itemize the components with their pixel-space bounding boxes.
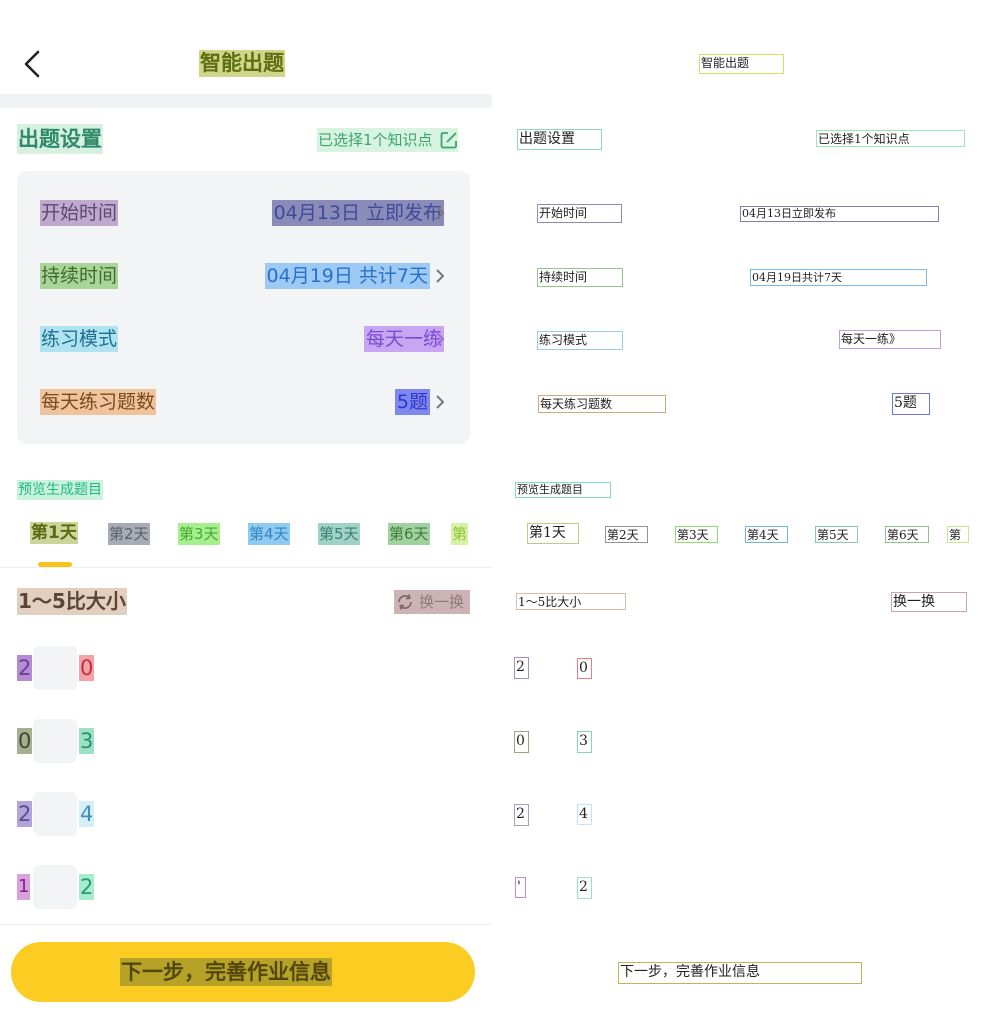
annotation-box: 04月13日立即发布 xyxy=(740,206,939,222)
setting-label: 持续时间 xyxy=(40,263,119,289)
annotation-box: 第1天 xyxy=(527,523,579,544)
tab-day-5[interactable]: 第5天 xyxy=(318,523,360,545)
chevron-left-icon xyxy=(24,50,40,78)
chevron-right-icon xyxy=(434,391,446,413)
question-row: 2 0 xyxy=(0,646,492,690)
annotation-box: 每天练习题数 xyxy=(538,395,666,413)
number-right: 3 xyxy=(79,728,95,754)
divider xyxy=(0,567,492,568)
annotation-box: 1～5比大小 xyxy=(516,593,626,610)
annotation-box: 第5天 xyxy=(815,526,858,543)
selected-knowledge-text: 已选择1个知识点 xyxy=(318,131,433,149)
annotation-box: 4 xyxy=(577,804,592,825)
annotation-box: 练习模式 xyxy=(537,331,623,350)
annotation-box: 出题设置 xyxy=(517,129,602,150)
answer-box[interactable] xyxy=(33,646,77,690)
chevron-right-icon xyxy=(434,265,446,287)
question-title: 1～5比大小 xyxy=(17,588,127,615)
section-title: 出题设置 xyxy=(17,124,103,154)
tab-day-6[interactable]: 第6天 xyxy=(388,523,430,545)
day-tabs: 第1天 第2天 第3天 第4天 第5天 第6天 第 xyxy=(0,518,492,568)
annotation-box: 第2天 xyxy=(605,526,648,543)
number-left: 0 xyxy=(17,728,33,754)
back-button[interactable] xyxy=(16,44,48,84)
setting-label: 练习模式 xyxy=(40,326,119,352)
number-right: 4 xyxy=(79,801,95,827)
next-button-label: 下一步，完善作业信息 xyxy=(120,958,332,986)
tab-day-1[interactable]: 第1天 xyxy=(30,522,78,544)
divider xyxy=(0,924,492,925)
annotation-box: 3 xyxy=(577,731,592,753)
chevron-right-icon xyxy=(434,202,446,224)
number-left: 2 xyxy=(17,801,33,827)
annotation-box: 第6天 xyxy=(885,526,929,543)
answer-box[interactable] xyxy=(33,792,77,836)
answer-box[interactable] xyxy=(33,719,77,763)
question-row: 0 3 xyxy=(0,719,492,763)
page-title: 智能出题 xyxy=(199,50,285,77)
annotation-box: 智能出题 xyxy=(699,54,784,74)
setting-value: 每天一练 xyxy=(363,326,444,352)
selected-knowledge-link[interactable]: 已选择1个知识点 xyxy=(317,128,458,152)
annotation-box: 04月19日共计7天 xyxy=(750,269,927,286)
preview-label: 预览生成题目 xyxy=(17,480,103,500)
setting-row-count[interactable]: 每天练习题数 5题 xyxy=(17,382,470,422)
setting-label: 每天练习题数 xyxy=(40,389,157,415)
tab-day-3[interactable]: 第3天 xyxy=(178,523,220,545)
swap-label: 换一换 xyxy=(419,593,465,611)
setting-value: 04月19日 共计7天 xyxy=(264,263,430,289)
next-button[interactable]: 下一步，完善作业信息 xyxy=(11,942,475,1002)
settings-card: 开始时间 04月13日 立即发布 持续时间 04月19日 共计7天 练习模式 每… xyxy=(17,171,470,444)
setting-value: 04月13日 立即发布 xyxy=(271,200,444,226)
annotation-box: 下一步，完善作业信息 xyxy=(618,962,862,984)
annotation-panel: 智能出题 出题设置 已选择1个知识点 开始时间 04月13日立即发布 持续时间 … xyxy=(492,0,982,1026)
annotation-box: 2 xyxy=(514,804,529,826)
refresh-icon xyxy=(398,594,412,610)
annotation-box: 0 xyxy=(577,658,592,679)
annotation-box: 换一换 xyxy=(891,592,967,612)
app-screen: 智能出题 出题设置 已选择1个知识点 开始时间 04月13日 立即发布 持续时间… xyxy=(0,0,492,1026)
setting-row-duration[interactable]: 持续时间 04月19日 共计7天 xyxy=(17,256,470,296)
annotation-box: 第4天 xyxy=(745,526,788,543)
annotation-box: 预览生成题目 xyxy=(515,482,611,498)
swap-button[interactable]: 换一换 xyxy=(394,590,470,614)
annotation-box: 开始时间 xyxy=(537,204,622,223)
number-left: 1 xyxy=(17,874,31,900)
edit-icon xyxy=(440,132,457,149)
answer-box[interactable] xyxy=(33,865,77,909)
annotation-box: ' xyxy=(515,877,526,898)
divider-band xyxy=(0,94,492,108)
annotation-box: 0 xyxy=(514,731,529,753)
number-right: 2 xyxy=(79,874,95,900)
number-right: 0 xyxy=(79,655,95,681)
question-row: 2 4 xyxy=(0,792,492,836)
question-row: 1 2 xyxy=(0,865,492,909)
tab-day-7[interactable]: 第 xyxy=(451,523,469,545)
annotation-box: 每天一练》 xyxy=(839,330,941,349)
annotation-box: 2 xyxy=(577,877,592,899)
annotation-box: 持续时间 xyxy=(537,268,623,287)
setting-row-start-time[interactable]: 开始时间 04月13日 立即发布 xyxy=(17,193,470,233)
annotation-box: 第3天 xyxy=(675,526,718,543)
chevron-right-icon xyxy=(434,328,446,350)
number-left: 2 xyxy=(17,655,33,681)
setting-value: 5题 xyxy=(394,389,430,415)
annotation-box: 已选择1个知识点 xyxy=(816,130,965,147)
setting-row-mode[interactable]: 练习模式 每天一练 xyxy=(17,319,470,359)
tab-day-2[interactable]: 第2天 xyxy=(108,523,150,545)
tab-day-4[interactable]: 第4天 xyxy=(248,523,290,545)
setting-label: 开始时间 xyxy=(40,200,119,226)
annotation-box: 5题 xyxy=(892,393,930,415)
annotation-box: 2 xyxy=(514,657,529,679)
annotation-box: 第 xyxy=(947,526,969,543)
